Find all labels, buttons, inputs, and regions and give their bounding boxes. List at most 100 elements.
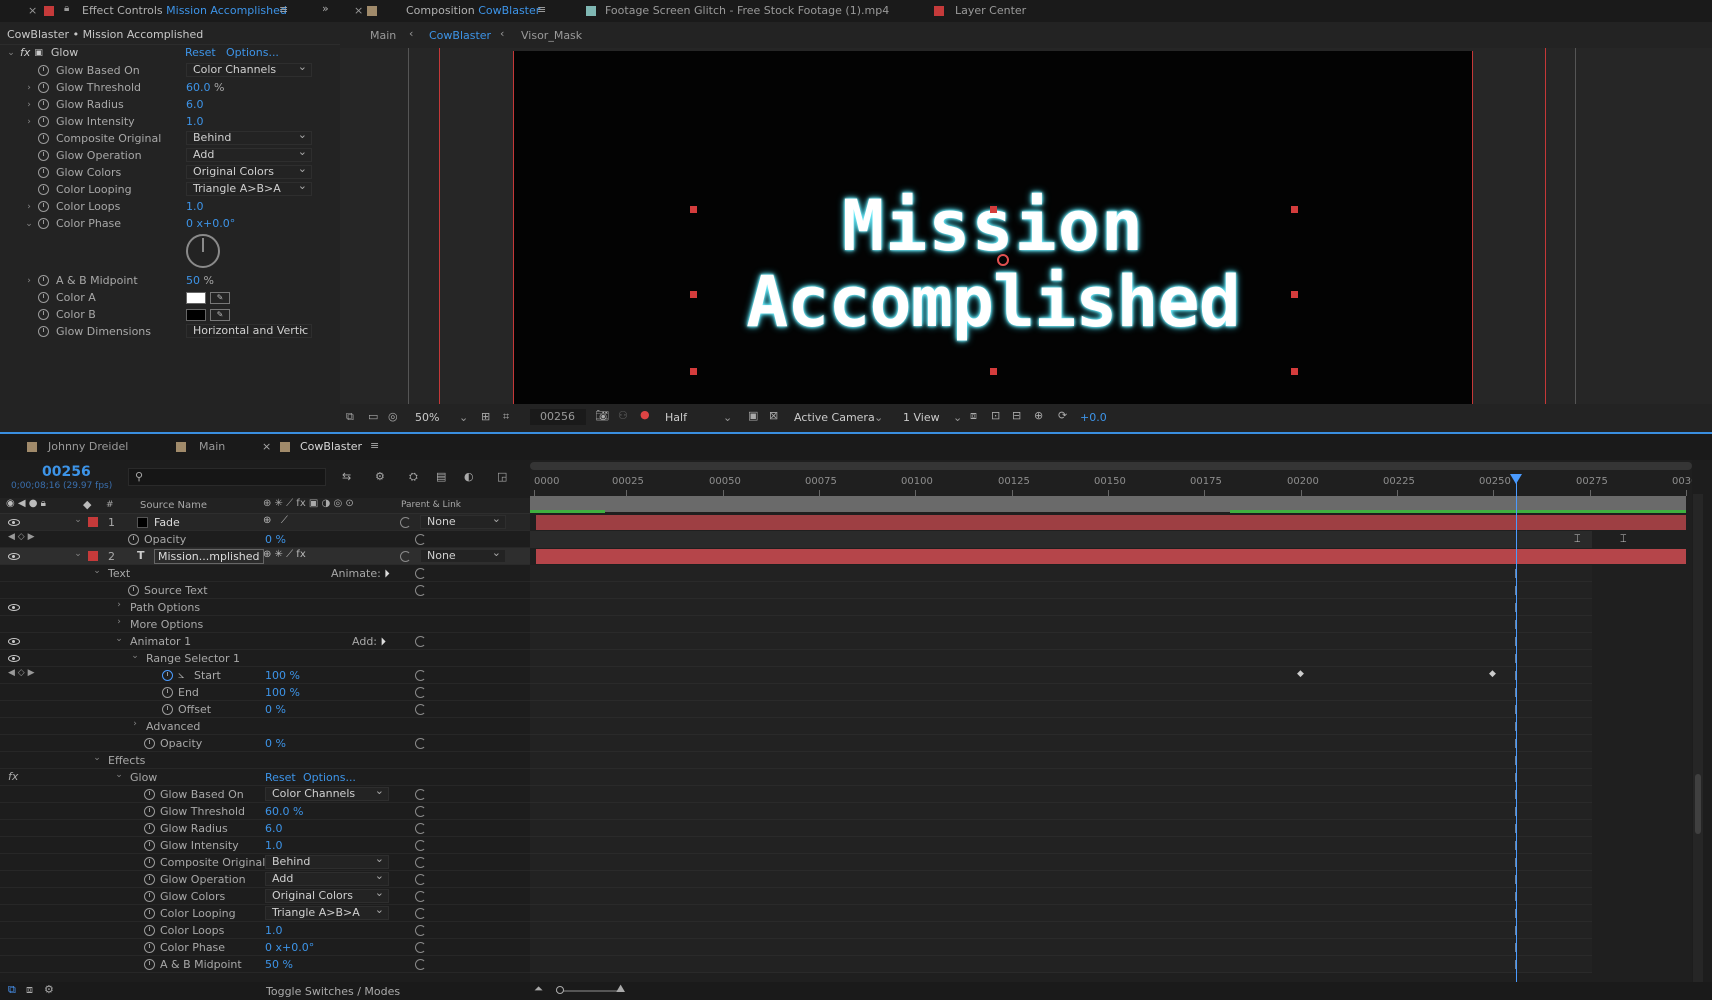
layer-switches[interactable]: ⊕ ⟋	[263, 515, 288, 526]
layer-row[interactable]: ⌄ 2 T Mission...mplished ⊕ ✳ ⟋ fx None	[0, 548, 530, 565]
expand-arrow-icon[interactable]: ›	[24, 100, 34, 110]
property-row[interactable]: ⦣ Start 100 % ◀ ◇ ▶	[0, 667, 530, 684]
property-dropdown[interactable]: Original Colors	[265, 889, 389, 903]
stopwatch-icon[interactable]	[144, 738, 155, 749]
expand-arrow-icon[interactable]: ⌄	[24, 219, 34, 229]
property-track[interactable]	[530, 531, 1592, 548]
pick-whip-icon[interactable]	[415, 959, 426, 970]
keyframe-navigator[interactable]: ◀ ◇ ▶	[8, 532, 35, 542]
property-track[interactable]	[530, 752, 1592, 769]
options-link[interactable]: Options...	[303, 771, 356, 784]
property-row[interactable]: › Advanced	[0, 718, 530, 735]
stopwatch-icon[interactable]	[38, 309, 49, 320]
property-row[interactable]: › More Options	[0, 616, 530, 633]
zoom-in-icon[interactable]: ⛰	[616, 982, 625, 996]
bbox-handle[interactable]	[990, 206, 997, 213]
property-row[interactable]: ⌄ Animator 1 Add: ⏵	[0, 633, 530, 650]
fast-preview-icon[interactable]: ▣	[748, 409, 758, 422]
property-track[interactable]	[530, 650, 1592, 667]
property-value[interactable]: 0 %	[265, 737, 286, 750]
pick-whip-icon[interactable]	[415, 823, 426, 834]
transfer-controls-toggle-icon[interactable]: ⧈	[26, 983, 33, 997]
stopwatch-icon[interactable]	[144, 925, 155, 936]
collapse-arrow-icon[interactable]: ⌄	[73, 515, 83, 525]
property-row[interactable]: ⌄ Effects	[0, 752, 530, 769]
color-swatch[interactable]	[186, 292, 206, 304]
property-row[interactable]: Glow Threshold 60.0 %	[0, 803, 530, 820]
visibility-eye-icon[interactable]	[8, 655, 20, 662]
stopwatch-icon[interactable]	[38, 82, 49, 93]
keyframe-diamond[interactable]: ◆	[1297, 669, 1304, 679]
pick-whip-icon[interactable]	[415, 806, 426, 817]
fx-prop-dropdown[interactable]: Color Channels	[186, 63, 312, 77]
breadcrumb-visor-mask[interactable]: Visor_Mask	[521, 29, 582, 42]
close-tab-icon[interactable]: ×	[354, 4, 363, 17]
shy-layers-icon[interactable]: ⛭	[409, 470, 418, 484]
graph-editor-icon[interactable]: ◲	[497, 470, 507, 483]
group-label[interactable]: Path Options	[130, 601, 200, 614]
property-value[interactable]: 50 %	[265, 958, 293, 971]
property-row[interactable]: End 100 %	[0, 684, 530, 701]
stopwatch-icon[interactable]	[144, 942, 155, 953]
zoom-select[interactable]: 50% ⌄	[415, 411, 475, 424]
safe-area-icon[interactable]: ⊞	[481, 410, 490, 423]
group-label[interactable]: Advanced	[146, 720, 200, 733]
property-row[interactable]: ⌄ Glow Reset Options... fx	[0, 769, 530, 786]
property-row[interactable]: Glow Radius 6.0	[0, 820, 530, 837]
close-tab-icon[interactable]: ×	[262, 440, 271, 453]
stopwatch-icon[interactable]	[38, 292, 49, 303]
layer-name[interactable]: Fade	[154, 516, 180, 529]
exposure-value[interactable]: +0.0	[1080, 411, 1107, 424]
property-row[interactable]: Glow Intensity 1.0	[0, 837, 530, 854]
keyframe-navigator[interactable]: ◀ ◇ ▶	[8, 668, 35, 678]
layer-switches[interactable]: ⊕ ✳ ⟋ fx	[263, 549, 306, 560]
fx-prop-dropdown[interactable]: Add	[186, 148, 312, 162]
pick-whip-icon[interactable]	[415, 942, 426, 953]
zoom-slider[interactable]	[556, 986, 620, 994]
fx-prop-value[interactable]: 60.0 %	[186, 81, 224, 94]
property-row[interactable]: Color Phase 0 x+0.0°	[0, 939, 530, 956]
property-track[interactable]	[530, 888, 1592, 905]
pick-whip-icon[interactable]	[415, 687, 426, 698]
property-value[interactable]: 60.0 %	[265, 805, 303, 818]
pick-whip-icon[interactable]	[415, 670, 426, 681]
pick-whip-icon[interactable]	[415, 925, 426, 936]
property-track[interactable]	[530, 582, 1592, 599]
pick-whip-icon[interactable]	[415, 908, 426, 919]
keyframe-diamond[interactable]: ◆	[1489, 669, 1496, 679]
stopwatch-icon[interactable]	[144, 959, 155, 970]
pick-whip-icon[interactable]	[415, 636, 426, 647]
property-track[interactable]	[530, 871, 1592, 888]
toggle-switches-modes[interactable]: Toggle Switches / Modes	[266, 985, 400, 998]
pick-whip-icon[interactable]	[415, 585, 426, 596]
property-value[interactable]: 100 %	[265, 686, 300, 699]
reset-link[interactable]: Reset	[265, 771, 296, 784]
stopwatch-icon[interactable]	[144, 823, 155, 834]
property-row[interactable]: Composite Original Behind	[0, 854, 530, 871]
fx-icon[interactable]: fx	[20, 46, 30, 59]
expand-arrow-icon[interactable]: ›	[24, 276, 34, 286]
frame-field[interactable]: 00256	[530, 409, 586, 425]
stopwatch-icon[interactable]	[38, 201, 49, 212]
property-track[interactable]	[530, 803, 1592, 820]
column-parent[interactable]: Parent & Link	[401, 500, 461, 510]
property-track[interactable]	[530, 820, 1592, 837]
property-dropdown[interactable]: Behind	[265, 855, 389, 869]
lock-icon[interactable]: 🔒︎	[64, 3, 69, 14]
toggle-pixel-aspect-icon[interactable]: ⧈	[970, 409, 977, 423]
panel-menu-icon[interactable]: ≡	[370, 439, 379, 452]
viewer-canvas[interactable]: Mission Accomplished	[340, 48, 1712, 404]
pick-whip-icon[interactable]	[415, 891, 426, 902]
tab-main[interactable]: Main	[199, 436, 225, 458]
fx-prop-value[interactable]: 50 %	[186, 274, 214, 287]
search-input[interactable]: ⚲	[128, 468, 326, 486]
property-row[interactable]: ⌄ Range Selector 1	[0, 650, 530, 667]
stopwatch-icon[interactable]	[144, 806, 155, 817]
stopwatch-icon[interactable]	[38, 65, 49, 76]
frame-blending-icon[interactable]: ▤	[436, 470, 446, 483]
fx-prop-value[interactable]: 6.0	[186, 98, 204, 111]
reset-link[interactable]: Reset	[185, 46, 216, 59]
group-label[interactable]: Animator 1	[130, 635, 191, 648]
property-track[interactable]	[530, 939, 1592, 956]
composition-mini-flowchart-icon[interactable]: ⇆	[342, 470, 351, 483]
